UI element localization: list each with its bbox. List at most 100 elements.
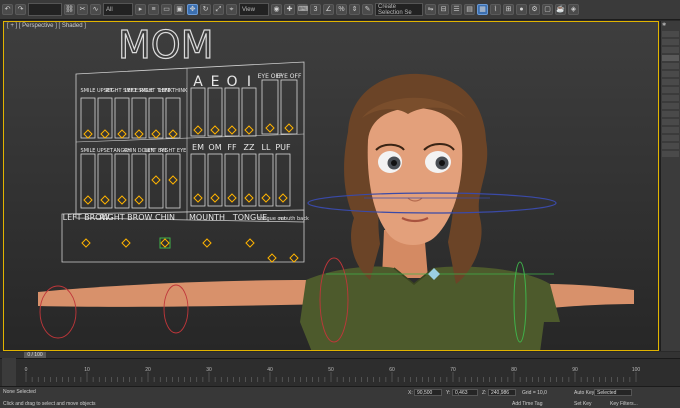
key-filters-button[interactable]: Key Filters... [610,401,638,407]
slider-control-handle[interactable] [100,195,110,205]
percent-snap-icon[interactable]: % [336,4,347,15]
slider-control-handle[interactable] [117,195,127,205]
select-object-icon[interactable]: ▸ [135,4,146,15]
timeline-tick-label: 10 [84,367,90,373]
select-and-rotate-icon[interactable]: ↻ [200,4,211,15]
render-setup-icon[interactable]: ⚙ [529,4,540,15]
key-mode-dropdown[interactable]: Selected [594,389,632,396]
mini-curve-editor-toggle[interactable] [2,358,16,386]
slider-control-handle[interactable] [289,253,299,263]
named-selection-set-dropdown[interactable]: Create Selection Se [375,3,423,16]
slider-frame [261,79,279,135]
slider-control-handle[interactable] [121,238,131,248]
slider-control-handle[interactable] [244,193,254,203]
curve-editor-icon[interactable]: ⌇ [490,4,501,15]
slider-control-handle[interactable] [193,125,203,135]
slider-control-handle[interactable] [168,175,178,185]
panel-row[interactable] [662,95,679,101]
slider-control-handle[interactable] [151,129,161,139]
panel-row[interactable] [662,151,679,157]
timeline-ruler[interactable]: 0 10 20 30 40 50 60 70 80 90 100 [22,366,640,386]
panel-row[interactable] [662,87,679,93]
slider-control-handle[interactable] [134,195,144,205]
panel-row[interactable] [662,111,679,117]
spinner-snap-icon[interactable]: ⇕ [349,4,360,15]
reference-coordinate-dropdown[interactable]: View [239,3,269,16]
slider-control-handle[interactable] [83,129,93,139]
panel-row[interactable] [662,39,679,45]
slider-frame [241,87,257,137]
keyboard-shortcut-icon[interactable]: ⌨ [297,4,308,15]
panel-row[interactable] [662,135,679,141]
slider-control-handle[interactable] [210,125,220,135]
render-production-icon[interactable]: ☕ [555,4,566,15]
set-key-button[interactable]: Set Key [574,401,592,407]
slider-control-handle[interactable] [160,238,170,248]
slider-control-handle[interactable] [202,238,212,248]
panel-row[interactable] [662,71,679,77]
undo-icon[interactable]: ↶ [2,4,13,15]
panel-row[interactable] [662,143,679,149]
slider-control-handle[interactable] [151,175,161,185]
angle-snap-icon[interactable]: ∠ [323,4,334,15]
slider-control-handle[interactable] [227,193,237,203]
bind-space-warp-icon[interactable]: ∿ [90,4,101,15]
render-iterative-icon[interactable]: ◈ [568,4,579,15]
schematic-view-icon[interactable]: ⊞ [503,4,514,15]
slider-control-handle[interactable] [100,129,110,139]
edit-named-selection-icon[interactable]: ✎ [362,4,373,15]
slider-control-handle[interactable] [168,129,178,139]
panel-row[interactable] [662,127,679,133]
workspace-dropdown[interactable] [28,3,62,16]
slider-control-handle[interactable] [278,193,288,203]
unlink-icon[interactable]: ✂ [77,4,88,15]
perspective-viewport[interactable]: [ + ] [ Perspective ] [ Shaded ] MOM SMI… [3,21,659,351]
align-icon[interactable]: ⊟ [438,4,449,15]
layer-explorer-icon[interactable]: ▤ [464,4,475,15]
pivot-center-icon[interactable]: ◉ [271,4,282,15]
scene-explorer-icon[interactable]: ☰ [451,4,462,15]
x-coordinate-field[interactable]: 90,500 [414,389,442,396]
panel-row[interactable] [662,79,679,85]
slider-control-handle[interactable] [245,238,255,248]
slider-control-handle[interactable] [261,193,271,203]
z-coordinate-field[interactable]: 240,986 [488,389,516,396]
panel-row[interactable] [662,31,679,37]
create-tab[interactable]: ✱ [661,21,680,29]
redo-icon[interactable]: ↷ [15,4,26,15]
place-icon[interactable]: ⌖ [226,4,237,15]
slider-control-handle[interactable] [81,238,91,248]
link-icon[interactable]: ⛓ [64,4,75,15]
slider-control-handle[interactable] [244,125,254,135]
rendered-frame-window-icon[interactable]: ▢ [542,4,553,15]
window-crossing-icon[interactable]: ▣ [174,4,185,15]
slider-control-handle[interactable] [227,125,237,135]
select-manipulate-icon[interactable]: ✚ [284,4,295,15]
toggle-ribbon-icon[interactable]: ▦ [477,4,488,15]
slider-control-handle[interactable] [193,193,203,203]
vowel-label: I [247,74,251,90]
select-and-scale-icon[interactable]: ⤢ [213,4,224,15]
y-coordinate-field[interactable]: 0,463 [452,389,478,396]
panel-row[interactable] [662,47,679,53]
panel-row[interactable] [662,119,679,125]
slider-control-handle[interactable] [134,129,144,139]
snaps-toggle-icon[interactable]: 3 [310,4,321,15]
slider-control-handle[interactable] [284,123,294,133]
panel-row[interactable] [662,103,679,109]
add-time-tag[interactable]: Add Time Tag [512,401,542,407]
auto-key-button[interactable]: Auto Key [574,390,594,396]
selection-filter-dropdown[interactable]: All [103,3,133,16]
slider-control-handle[interactable] [265,123,275,133]
select-by-name-icon[interactable]: ≡ [148,4,159,15]
slider-control-handle[interactable] [83,195,93,205]
slider-control-handle[interactable] [267,253,277,263]
mirror-icon[interactable]: ⇋ [425,4,436,15]
select-and-move-icon[interactable]: ✥ [187,4,198,15]
material-editor-icon[interactable]: ● [516,4,527,15]
slider-control-handle[interactable] [117,129,127,139]
rectangular-selection-icon[interactable]: ▭ [161,4,172,15]
panel-row[interactable] [662,63,679,69]
panel-row[interactable] [662,55,679,61]
slider-control-handle[interactable] [210,193,220,203]
